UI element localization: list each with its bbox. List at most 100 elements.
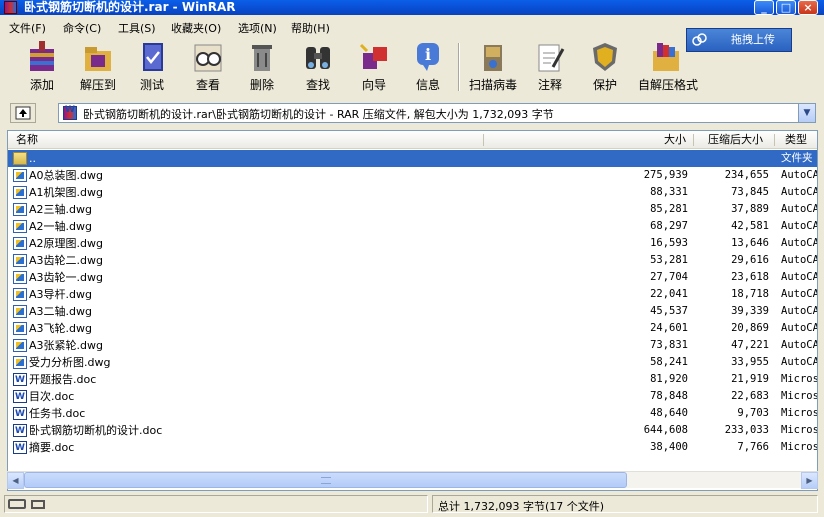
menu-tools[interactable]: 工具(S)	[118, 20, 156, 36]
file-row[interactable]: 受力分析图.dwg 58,241 33,955 AutoCAD	[8, 354, 817, 371]
test-button[interactable]: 测试	[124, 39, 180, 95]
file-type: Microsoft	[781, 424, 818, 436]
file-row[interactable]: A1机架图.dwg 88,331 73,845 AutoCAD	[8, 184, 817, 201]
protect-button[interactable]: 保护	[577, 39, 633, 95]
extract-to-button[interactable]: 解压到	[70, 39, 126, 95]
title-bar[interactable]: 卧式钢筋切断机的设计.rar - WinRAR _ □ ×	[0, 0, 824, 15]
file-size: 16,593	[650, 237, 688, 249]
file-row[interactable]: A2一轴.dwg 68,297 42,581 AutoCAD	[8, 218, 817, 235]
close-button[interactable]: ×	[798, 0, 818, 15]
folder-icon	[13, 152, 27, 165]
column-header: 名称 大小 压缩后大小 类型	[8, 131, 817, 149]
drag-upload-button[interactable]: 拖拽上传	[686, 28, 792, 52]
file-list[interactable]: 名称 大小 压缩后大小 类型 .. 文件夹 A0总装图.dwg 275,939 234,…	[7, 130, 818, 491]
file-name: 摘要.doc	[29, 441, 75, 454]
menu-commands[interactable]: 命令(C)	[63, 20, 101, 36]
file-type: AutoCAD	[781, 271, 817, 283]
file-row[interactable]: A3张紧轮.dwg 73,831 47,221 AutoCAD	[8, 337, 817, 354]
column-packed[interactable]: 压缩后大小	[708, 131, 763, 149]
info-button[interactable]: i 信息	[400, 39, 456, 95]
column-divider[interactable]	[483, 134, 484, 146]
file-row[interactable]: A3齿轮二.dwg 53,281 29,616 AutoCAD	[8, 252, 817, 269]
file-name: 受力分析图.dwg	[29, 356, 111, 369]
file-size: 73,831	[650, 339, 688, 351]
file-row[interactable]: 摘要.doc 38,400 7,766 Microsoft	[8, 439, 818, 457]
file-packed-size: 42,581	[731, 220, 769, 232]
column-divider[interactable]	[774, 134, 775, 146]
find-binoculars-icon	[306, 47, 330, 69]
file-name: 开题报告.doc	[29, 373, 97, 386]
file-row[interactable]: A0总装图.dwg 275,939 234,655 AutoCAD	[8, 167, 817, 184]
file-type: Microsoft	[781, 441, 818, 453]
scroll-thumb[interactable]	[24, 472, 627, 488]
autocad-file-icon	[13, 186, 27, 199]
file-row[interactable]: A2原理图.dwg 16,593 13,646 AutoCAD	[8, 235, 817, 252]
wizard-button[interactable]: 向导	[346, 39, 402, 95]
menu-file[interactable]: 文件(F)	[9, 20, 46, 36]
scroll-left-button[interactable]: ◀	[7, 472, 24, 489]
add-button[interactable]: 添加	[14, 39, 70, 95]
file-packed-size: 33,955	[731, 356, 769, 368]
parent-folder-row[interactable]: .. 文件夹	[8, 150, 817, 167]
file-row[interactable]: 卧式钢筋切断机的设计.doc 644,608 233,033 Microsoft	[8, 422, 818, 440]
virus-scan-button[interactable]: 扫描病毒	[465, 39, 521, 95]
menu-help[interactable]: 帮助(H)	[291, 20, 330, 36]
toolbar: 添加 解压到 测试 查看 删除 查找 向导 i 信息 扫描病毒 注释 保护 自解…	[0, 28, 824, 97]
file-packed-size: 13,646	[731, 237, 769, 249]
extract-to-label: 解压到	[79, 78, 116, 92]
comment-pen-icon	[538, 44, 565, 72]
horizontal-scrollbar[interactable]: ◀ ▶	[7, 471, 818, 489]
file-packed-size: 18,718	[731, 288, 769, 300]
wizard-label: 向导	[361, 78, 386, 92]
menu-options[interactable]: 选项(N)	[238, 20, 277, 36]
file-packed-size: 39,339	[731, 305, 769, 317]
file-row[interactable]: 目次.doc 78,848 22,683 Microsoft	[8, 388, 817, 406]
drag-upload-label: 拖拽上传	[731, 33, 775, 46]
file-name: A2一轴.dwg	[29, 220, 92, 233]
autocad-file-icon	[13, 356, 27, 369]
view-button[interactable]: 查看	[180, 39, 236, 95]
file-size: 53,281	[650, 254, 688, 266]
upload-cloud-icon	[692, 33, 707, 46]
minimize-button[interactable]: _	[754, 0, 774, 15]
column-size[interactable]: 大小	[664, 131, 686, 149]
file-row[interactable]: A3飞轮.dwg 24,601 20,869 AutoCAD	[8, 320, 817, 337]
maximize-button[interactable]: □	[776, 0, 796, 15]
file-name: 卧式钢筋切断机的设计.doc	[29, 424, 163, 437]
file-name: A3飞轮.dwg	[29, 322, 92, 335]
scroll-right-button[interactable]: ▶	[801, 472, 818, 489]
winrar-app-icon	[4, 1, 17, 14]
delete-button[interactable]: 删除	[234, 39, 290, 95]
file-row[interactable]: A3二轴.dwg 45,537 39,339 AutoCAD	[8, 303, 817, 320]
drive-icon[interactable]	[8, 499, 26, 509]
file-row[interactable]: 任务书.doc 48,640 9,703 Microsoft	[8, 405, 817, 423]
file-size: 88,331	[650, 186, 688, 198]
info-icon: i	[417, 43, 439, 71]
column-divider[interactable]	[693, 134, 694, 146]
file-row[interactable]: 开题报告.doc 81,920 21,919 Microsoft	[8, 371, 817, 389]
file-packed-size: 23,618	[731, 271, 769, 283]
menu-favorites[interactable]: 收藏夹(O)	[171, 20, 221, 36]
key-icon[interactable]	[31, 500, 45, 509]
path-dropdown-button[interactable]: ▼	[798, 104, 815, 122]
autocad-file-icon	[13, 169, 27, 182]
find-button[interactable]: 查找	[290, 39, 346, 95]
file-name: A2原理图.dwg	[29, 237, 103, 250]
archive-path-field[interactable]: 卧式钢筋切断机的设计.rar\卧式钢筋切断机的设计 - RAR 压缩文件, 解包…	[58, 103, 816, 123]
file-packed-size: 21,919	[731, 373, 769, 385]
protect-shield-icon	[593, 43, 617, 71]
file-packed-size: 234,655	[724, 169, 769, 181]
file-row[interactable]: A3导杆.dwg 22,041 18,718 AutoCAD	[8, 286, 817, 303]
column-name[interactable]: 名称	[16, 131, 38, 149]
autocad-file-icon	[13, 322, 27, 335]
column-type[interactable]: 类型	[785, 131, 807, 149]
file-type: AutoCAD	[781, 237, 817, 249]
comment-button[interactable]: 注释	[522, 39, 578, 95]
up-folder-button[interactable]	[10, 103, 36, 123]
file-packed-size: 233,033	[724, 424, 769, 436]
file-row[interactable]: A2三轴.dwg 85,281 37,889 AutoCAD	[8, 201, 817, 218]
file-size: 24,601	[650, 322, 688, 334]
file-type: AutoCAD	[781, 305, 817, 317]
file-row[interactable]: A3齿轮一.dwg 27,704 23,618 AutoCAD	[8, 269, 817, 286]
status-summary-pane: 总计 1,732,093 字节(17 个文件)	[432, 495, 818, 513]
